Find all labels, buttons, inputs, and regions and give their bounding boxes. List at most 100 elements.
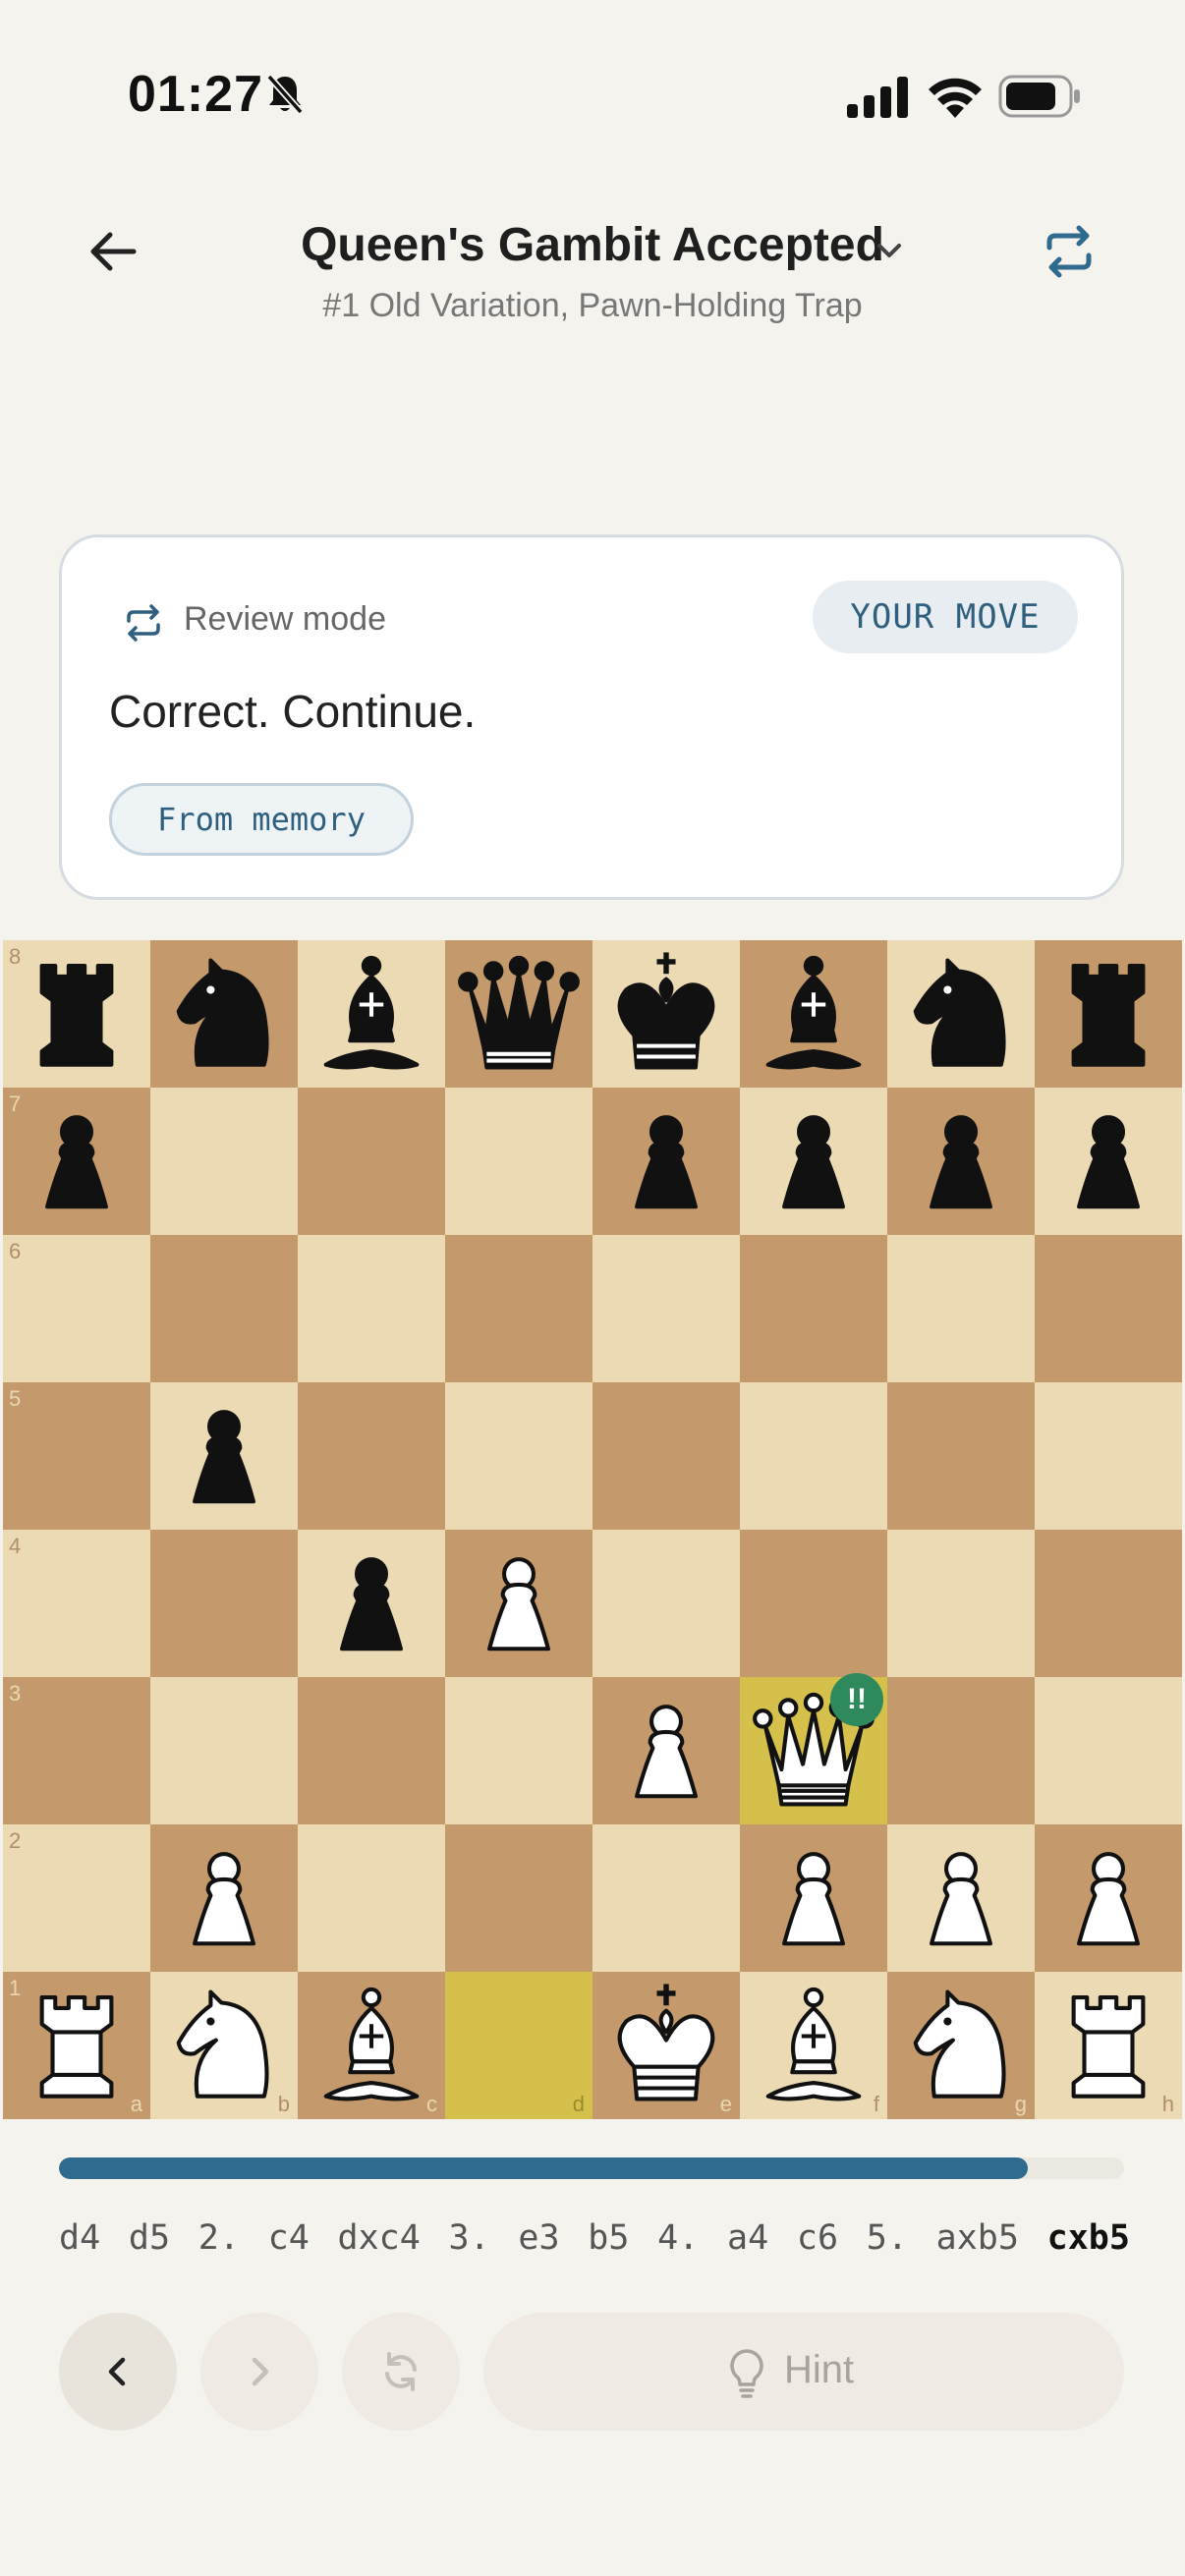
square-d2[interactable] (445, 1824, 592, 1972)
restart-button[interactable] (342, 2313, 460, 2431)
square-a4[interactable]: 4 (3, 1530, 150, 1677)
square-e5[interactable] (592, 1382, 740, 1530)
white-bishop-icon (323, 1987, 420, 2101)
black-pawn-icon (45, 1115, 108, 1209)
square-e6[interactable] (592, 1235, 740, 1382)
square-h2[interactable] (1035, 1824, 1182, 1972)
chess-board[interactable]: 8 7 6 5 4 3!! 2 1 a b c d e f g h (3, 940, 1182, 2119)
square-h7[interactable] (1035, 1088, 1182, 1235)
square-f3[interactable]: !! (740, 1673, 887, 1824)
square-g7[interactable] (887, 1088, 1035, 1235)
square-e8[interactable] (592, 940, 740, 1088)
white-pawn-icon (930, 1852, 992, 1946)
square-b5[interactable] (150, 1382, 298, 1530)
square-f1[interactable]: f (740, 1972, 887, 2119)
square-d6[interactable] (445, 1235, 592, 1382)
square-g4[interactable] (887, 1530, 1035, 1677)
move-item[interactable]: axb5 (936, 2218, 1019, 2258)
square-a8[interactable]: 8 (3, 940, 150, 1088)
square-d5[interactable] (445, 1382, 592, 1530)
square-h6[interactable] (1035, 1235, 1182, 1382)
square-f4[interactable] (740, 1530, 887, 1677)
white-rook-icon (39, 1995, 114, 2099)
square-c1[interactable]: c (298, 1972, 445, 2119)
square-g6[interactable] (887, 1235, 1035, 1382)
square-e3[interactable] (592, 1677, 740, 1824)
square-a5[interactable]: 5 (3, 1382, 150, 1530)
square-d3[interactable] (445, 1677, 592, 1824)
square-d8[interactable] (445, 940, 592, 1088)
square-e7[interactable] (592, 1088, 740, 1235)
black-rook-icon (1071, 964, 1146, 1067)
move-item[interactable]: e3 (518, 2218, 559, 2258)
square-c2[interactable] (298, 1824, 445, 1972)
opening-selector[interactable]: Queen's Gambit Accepted (0, 218, 1185, 272)
square-b3[interactable] (150, 1677, 298, 1824)
square-c6[interactable] (298, 1235, 445, 1382)
status-bar: 01:27 (0, 0, 1185, 196)
square-c7[interactable] (298, 1088, 445, 1235)
square-a7[interactable]: 7 (3, 1088, 150, 1235)
move-item[interactable]: c4 (268, 2218, 310, 2258)
chevron-right-icon (252, 2357, 269, 2386)
square-g2[interactable] (887, 1824, 1035, 1972)
previous-move-button[interactable] (59, 2313, 177, 2431)
chevron-down-icon[interactable] (873, 234, 906, 267)
white-knight-icon (176, 1989, 269, 2099)
black-pawn-icon (193, 1410, 255, 1504)
square-h3[interactable] (1035, 1677, 1182, 1824)
square-d4[interactable] (445, 1530, 592, 1677)
square-c5[interactable] (298, 1382, 445, 1530)
square-a2[interactable]: 2 (3, 1824, 150, 1972)
move-item[interactable]: dxc4 (338, 2218, 421, 2258)
square-f5[interactable] (740, 1382, 887, 1530)
next-move-button[interactable] (200, 2313, 318, 2431)
square-b7[interactable] (150, 1088, 298, 1235)
square-d1[interactable]: d (445, 1972, 592, 2119)
progress-fill (59, 2157, 1029, 2179)
move-item[interactable]: d5 (129, 2218, 170, 2258)
square-f2[interactable] (740, 1824, 887, 1972)
square-b1[interactable]: b (150, 1972, 298, 2119)
hint-button[interactable]: Hint (483, 2313, 1124, 2431)
square-b4[interactable] (150, 1530, 298, 1677)
square-h1[interactable]: h (1035, 1972, 1182, 2119)
square-c4[interactable] (298, 1530, 445, 1677)
square-e2[interactable] (592, 1824, 740, 1972)
move-item[interactable]: d4 (59, 2218, 100, 2258)
black-rook-icon (39, 964, 114, 1067)
move-item[interactable]: cxb5 (1047, 2218, 1130, 2258)
move-item[interactable]: a4 (727, 2218, 768, 2258)
black-knight-icon (176, 958, 269, 1067)
square-g8[interactable] (887, 940, 1035, 1088)
square-b2[interactable] (150, 1824, 298, 1972)
square-e1[interactable]: e (592, 1972, 740, 2119)
square-h8[interactable] (1035, 940, 1182, 1088)
lightbulb-icon (730, 2349, 763, 2398)
move-item[interactable]: b5 (588, 2218, 629, 2258)
square-b6[interactable] (150, 1235, 298, 1382)
square-g1[interactable]: g (887, 1972, 1035, 2119)
chevron-left-icon (108, 2357, 126, 2386)
flip-board-icon[interactable] (1040, 222, 1099, 281)
square-a3[interactable]: 3 (3, 1677, 150, 1824)
square-h4[interactable] (1035, 1530, 1182, 1677)
square-b8[interactable] (150, 940, 298, 1088)
square-c8[interactable] (298, 940, 445, 1088)
from-memory-chip[interactable]: From memory (109, 783, 414, 856)
black-pawn-icon (340, 1557, 403, 1652)
square-d7[interactable] (445, 1088, 592, 1235)
square-a6[interactable]: 6 (3, 1235, 150, 1382)
square-c3[interactable] (298, 1677, 445, 1824)
square-f6[interactable] (740, 1235, 887, 1382)
square-f7[interactable] (740, 1088, 887, 1235)
move-item[interactable]: c6 (797, 2218, 838, 2258)
square-e4[interactable] (592, 1530, 740, 1677)
white-pawn-icon (635, 1705, 698, 1799)
turn-badge: YOUR MOVE (813, 581, 1078, 653)
square-g3[interactable] (887, 1677, 1035, 1824)
square-h5[interactable] (1035, 1382, 1182, 1530)
square-g5[interactable] (887, 1382, 1035, 1530)
square-a1[interactable]: 1a (3, 1972, 150, 2119)
square-f8[interactable] (740, 940, 887, 1088)
